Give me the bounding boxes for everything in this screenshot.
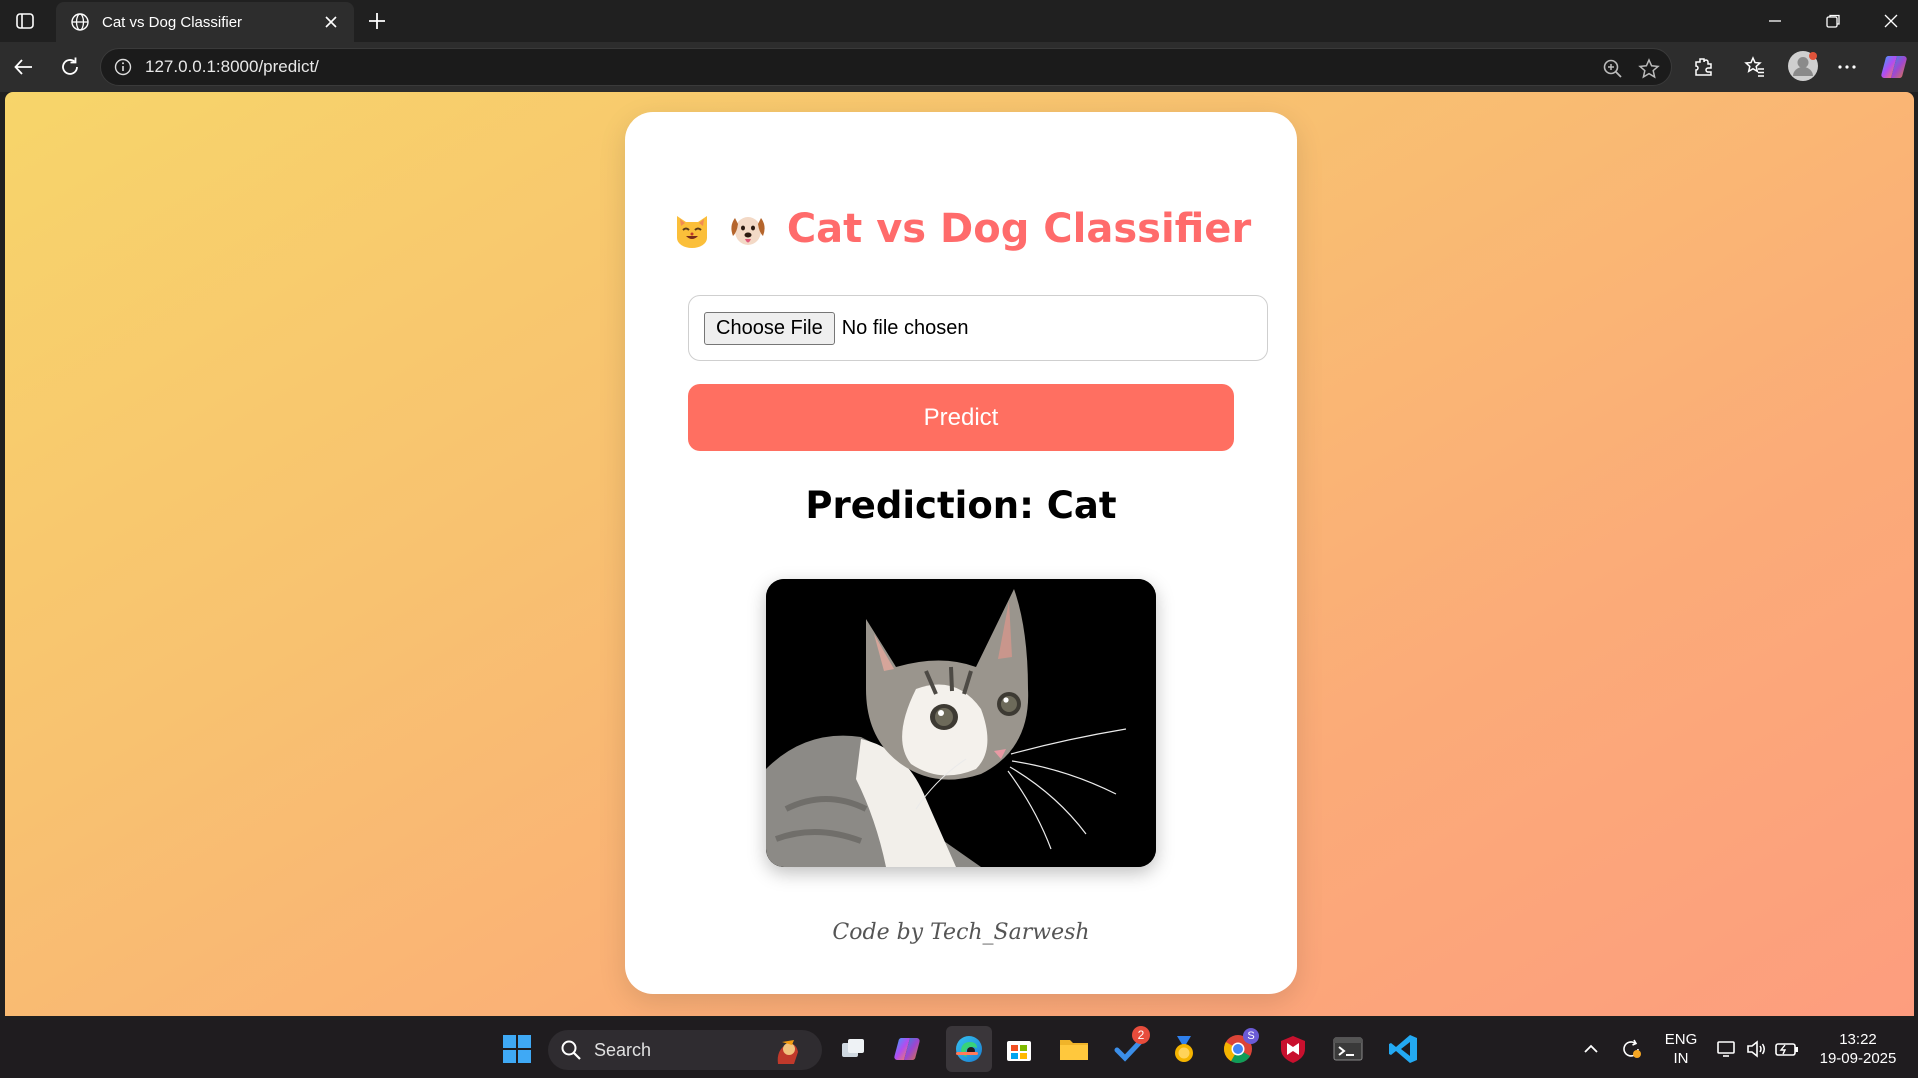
taskbar-search-box[interactable]: Search <box>548 1030 822 1070</box>
globe-icon <box>70 12 90 32</box>
site-info-icon[interactable] <box>113 57 133 77</box>
rewards-medal-icon[interactable] <box>1167 1032 1201 1066</box>
language-code: ENG <box>1664 1031 1698 1048</box>
more-options-icon[interactable] <box>1834 54 1860 80</box>
new-tab-icon[interactable] <box>364 8 390 34</box>
show-hidden-icons-chevron[interactable] <box>1576 1032 1606 1066</box>
mcafee-shield-icon[interactable] <box>1276 1032 1310 1066</box>
tab-title: Cat vs Dog Classifier <box>102 13 243 31</box>
back-icon[interactable] <box>10 53 38 81</box>
copilot-app-icon[interactable] <box>890 1032 924 1066</box>
page-viewport: Cat vs Dog Classifier Choose File No fil… <box>5 92 1914 1016</box>
chrome-profile-badge: S <box>1243 1028 1259 1044</box>
page-title: Cat vs Dog Classifier <box>625 206 1297 252</box>
copilot-icon[interactable] <box>1879 52 1909 82</box>
profile-avatar[interactable] <box>1787 50 1819 82</box>
edge-browser-icon[interactable] <box>946 1026 992 1072</box>
refresh-icon[interactable] <box>56 53 84 81</box>
clock-time: 13:22 <box>1839 1031 1877 1048</box>
choose-file-button[interactable]: Choose File <box>704 311 835 345</box>
todo-badge: 2 <box>1132 1026 1150 1044</box>
address-bar[interactable]: 127.0.0.1:8000/predict/ <box>100 48 1672 86</box>
favorite-star-icon[interactable] <box>1637 57 1661 81</box>
extensions-icon[interactable] <box>1690 54 1716 80</box>
search-icon <box>560 1039 582 1061</box>
file-status-text: No file chosen <box>841 316 969 339</box>
dog-face-icon <box>727 208 769 250</box>
battery-icon[interactable] <box>1772 1032 1802 1066</box>
search-highlight-icon <box>770 1034 804 1068</box>
page-title-text: Cat vs Dog Classifier <box>786 206 1252 252</box>
uploaded-cat-image <box>766 579 1156 867</box>
browser-tab[interactable]: Cat vs Dog Classifier <box>56 2 354 42</box>
volume-icon[interactable] <box>1742 1032 1772 1066</box>
restore-icon[interactable] <box>1820 8 1846 34</box>
sync-icon[interactable] <box>1616 1032 1646 1066</box>
language-indicator[interactable]: ENG IN <box>1660 1030 1702 1068</box>
minimize-icon[interactable] <box>1762 8 1788 34</box>
clock-date: 19-09-2025 <box>1819 1050 1897 1067</box>
favorites-icon[interactable] <box>1742 54 1768 80</box>
task-view-icon[interactable] <box>836 1032 870 1066</box>
predict-button[interactable]: Predict <box>688 384 1234 451</box>
windows-start-icon[interactable] <box>500 1032 534 1066</box>
todo-icon[interactable]: 2 <box>1112 1026 1150 1066</box>
footer-credit: Code by Tech_Sarwesh <box>832 920 1090 945</box>
file-explorer-icon[interactable] <box>1057 1032 1091 1066</box>
store-icon[interactable] <box>1002 1032 1036 1066</box>
taskbar: Search 2 S ENG IN 13:22 19-09-2025 <box>0 1020 1918 1078</box>
zoom-icon[interactable] <box>1601 57 1625 81</box>
region-code: IN <box>1673 1050 1689 1067</box>
network-icon[interactable] <box>1712 1032 1742 1066</box>
close-tab-icon[interactable] <box>322 13 340 31</box>
taskbar-search-label: Search <box>594 1039 652 1060</box>
tab-actions-icon[interactable] <box>12 9 38 33</box>
browser-tab-strip: Cat vs Dog Classifier <box>0 0 1918 42</box>
clock[interactable]: 13:22 19-09-2025 <box>1812 1030 1904 1068</box>
prediction-result: Prediction: Cat <box>805 484 1117 527</box>
close-window-icon[interactable] <box>1878 8 1904 34</box>
classifier-card: Cat vs Dog Classifier Choose File No fil… <box>625 112 1297 994</box>
browser-toolbar: 127.0.0.1:8000/predict/ <box>0 42 1918 92</box>
cat-face-icon <box>671 208 713 250</box>
vscode-icon[interactable] <box>1386 1032 1420 1066</box>
file-upload-box[interactable]: Choose File No file chosen <box>688 295 1268 361</box>
url-text: 127.0.0.1:8000/predict/ <box>145 57 319 76</box>
chrome-icon[interactable]: S <box>1221 1028 1259 1066</box>
terminal-icon[interactable] <box>1331 1032 1365 1066</box>
